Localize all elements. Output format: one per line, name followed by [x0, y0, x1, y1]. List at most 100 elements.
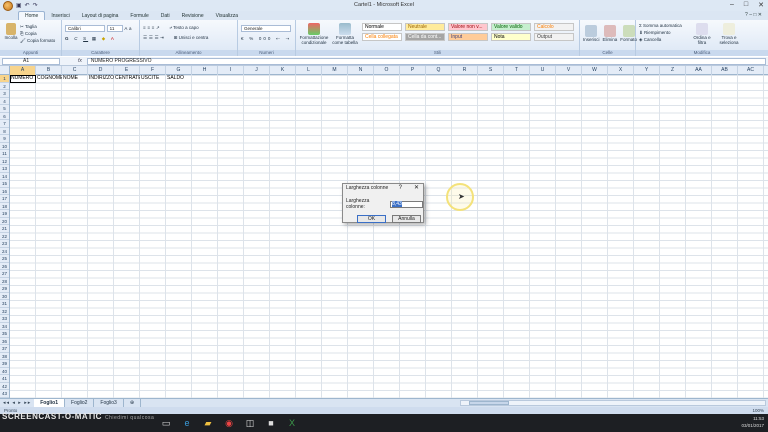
conditional-format-button[interactable]: Formattazione condizionale: [299, 23, 329, 45]
office-button[interactable]: [3, 0, 13, 11]
increase-decimal-icon[interactable]: ⇠: [276, 36, 282, 42]
cell-style-9[interactable]: Output: [534, 33, 574, 41]
task-view-icon[interactable]: ▭: [160, 417, 172, 429]
row-header-25[interactable]: 25: [0, 255, 9, 263]
column-header-b[interactable]: B: [36, 66, 62, 75]
decrease-decimal-icon[interactable]: ⇢: [286, 36, 292, 42]
row-header-2[interactable]: 2: [0, 83, 9, 90]
thousands-icon[interactable]: 000: [259, 36, 273, 41]
redo-icon[interactable]: ↷: [33, 2, 38, 9]
find-select-button[interactable]: Trova e seleziona: [716, 23, 742, 45]
row-header-4[interactable]: 4: [0, 98, 9, 105]
row-header-34[interactable]: 34: [0, 323, 9, 330]
column-header-w[interactable]: W: [582, 66, 608, 75]
italic-icon[interactable]: C: [74, 36, 79, 41]
cell-style-5[interactable]: Cella collegata: [362, 33, 402, 41]
row-header-7[interactable]: 7: [0, 120, 9, 128]
align-bottom-icon[interactable]: ≡: [152, 25, 155, 30]
fx-icon[interactable]: fx: [78, 58, 82, 64]
row-header-42[interactable]: 42: [0, 383, 9, 390]
percent-icon[interactable]: %: [249, 36, 255, 41]
cell-style-8[interactable]: Nota: [491, 33, 531, 41]
indent-icon[interactable]: ⇥: [160, 35, 164, 41]
row-header-28[interactable]: 28: [0, 278, 9, 285]
row-header-18[interactable]: 18: [0, 203, 9, 210]
tab-view[interactable]: Visualizza: [210, 12, 244, 20]
horizontal-scrollbar[interactable]: [460, 400, 766, 406]
align-top-icon[interactable]: ≡: [143, 25, 146, 30]
row-header-19[interactable]: 19: [0, 210, 9, 218]
column-header-x[interactable]: X: [608, 66, 634, 75]
excel-icon[interactable]: X: [286, 417, 298, 429]
row-header-12[interactable]: 12: [0, 158, 9, 165]
row-header-16[interactable]: 16: [0, 188, 9, 195]
row-header-24[interactable]: 24: [0, 248, 9, 255]
dialog-help-button[interactable]: ?: [399, 184, 402, 193]
name-box[interactable]: A1: [2, 57, 60, 65]
align-center-icon[interactable]: ☰: [149, 35, 153, 41]
terminal-icon[interactable]: ■: [265, 417, 277, 429]
row-header-15[interactable]: 15: [0, 180, 9, 188]
sort-filter-button[interactable]: Ordina e filtra: [690, 23, 714, 45]
cell-style-2[interactable]: Valore non v...: [448, 23, 488, 31]
column-header-d[interactable]: D: [88, 66, 114, 75]
tab-insert[interactable]: Inserisci: [45, 12, 75, 20]
file-explorer-icon[interactable]: ▰: [202, 417, 214, 429]
row-header-21[interactable]: 21: [0, 225, 9, 233]
edge-icon[interactable]: e: [181, 417, 193, 429]
bold-icon[interactable]: G: [65, 36, 71, 41]
help-icon[interactable]: ? – □ ✕: [745, 12, 762, 18]
shrink-font-icon[interactable]: a: [129, 26, 132, 31]
tab-home[interactable]: Home: [18, 11, 46, 20]
cell-b1[interactable]: COGNOME: [36, 75, 62, 83]
font-color-icon[interactable]: A: [111, 36, 116, 41]
column-header-ac[interactable]: AC: [738, 66, 764, 75]
row-header-29[interactable]: 29: [0, 285, 9, 293]
row-header-14[interactable]: 14: [0, 173, 9, 180]
merge-center-button[interactable]: ⊞ Unisci e centra: [174, 35, 209, 40]
column-header-n[interactable]: N: [348, 66, 374, 75]
cell-area[interactable]: [10, 75, 768, 398]
spreadsheet-grid[interactable]: A B C D E F G H I J K L M N O P Q R S T U V W X Y Z AA AB AC 1234567…: [0, 66, 768, 398]
row-header-33[interactable]: 33: [0, 315, 9, 323]
clear-button[interactable]: ◈ Cancella: [639, 36, 682, 43]
column-header-f[interactable]: F: [140, 66, 166, 75]
column-header-q[interactable]: Q: [426, 66, 452, 75]
zoom-level[interactable]: 100%: [752, 408, 764, 413]
row-header-11[interactable]: 11: [0, 150, 9, 158]
font-name-combo[interactable]: Calibri: [65, 25, 105, 32]
underline-icon[interactable]: S: [83, 36, 88, 41]
row-header-20[interactable]: 20: [0, 218, 9, 225]
row-header-43[interactable]: 43: [0, 390, 9, 398]
format-cells-button[interactable]: Formato: [620, 25, 637, 42]
cell-f1[interactable]: USCITE: [140, 75, 166, 83]
dialog-close-button[interactable]: ✕: [414, 184, 419, 193]
column-header-j[interactable]: J: [244, 66, 270, 75]
save-icon[interactable]: ▣: [16, 2, 22, 9]
column-header-aa[interactable]: AA: [686, 66, 712, 75]
insert-sheet-icon[interactable]: ⊕: [124, 399, 142, 407]
column-header-t[interactable]: T: [504, 66, 530, 75]
cell-style-6[interactable]: Cella da cont...: [405, 33, 445, 41]
cell-style-0[interactable]: Normale: [362, 23, 402, 31]
cell-style-7[interactable]: Input: [448, 33, 488, 41]
cancel-button[interactable]: Annulla: [392, 215, 421, 223]
search-hint[interactable]: Chiedimi qualcosa: [105, 415, 154, 421]
column-header-k[interactable]: K: [270, 66, 296, 75]
number-format-combo[interactable]: Generale: [241, 25, 291, 32]
paste-button[interactable]: Incolla: [4, 23, 18, 40]
column-header-ab[interactable]: AB: [712, 66, 738, 75]
column-header-r[interactable]: R: [452, 66, 478, 75]
column-header-p[interactable]: P: [400, 66, 426, 75]
grow-font-icon[interactable]: A: [124, 26, 127, 31]
currency-icon[interactable]: €: [241, 36, 246, 41]
align-right-icon[interactable]: ☰: [154, 35, 158, 41]
cell-d1[interactable]: INDIRIZZO: [88, 75, 114, 83]
tab-formulas[interactable]: Formule: [124, 12, 154, 20]
row-header-39[interactable]: 39: [0, 360, 9, 368]
wrap-text-button[interactable]: ⤶ Testo a capo: [169, 25, 198, 30]
row-header-37[interactable]: 37: [0, 345, 9, 353]
fill-button[interactable]: ⬇ Riempimento: [639, 29, 682, 36]
column-width-input[interactable]: 8,43: [390, 200, 423, 208]
align-middle-icon[interactable]: ≡: [147, 25, 150, 30]
